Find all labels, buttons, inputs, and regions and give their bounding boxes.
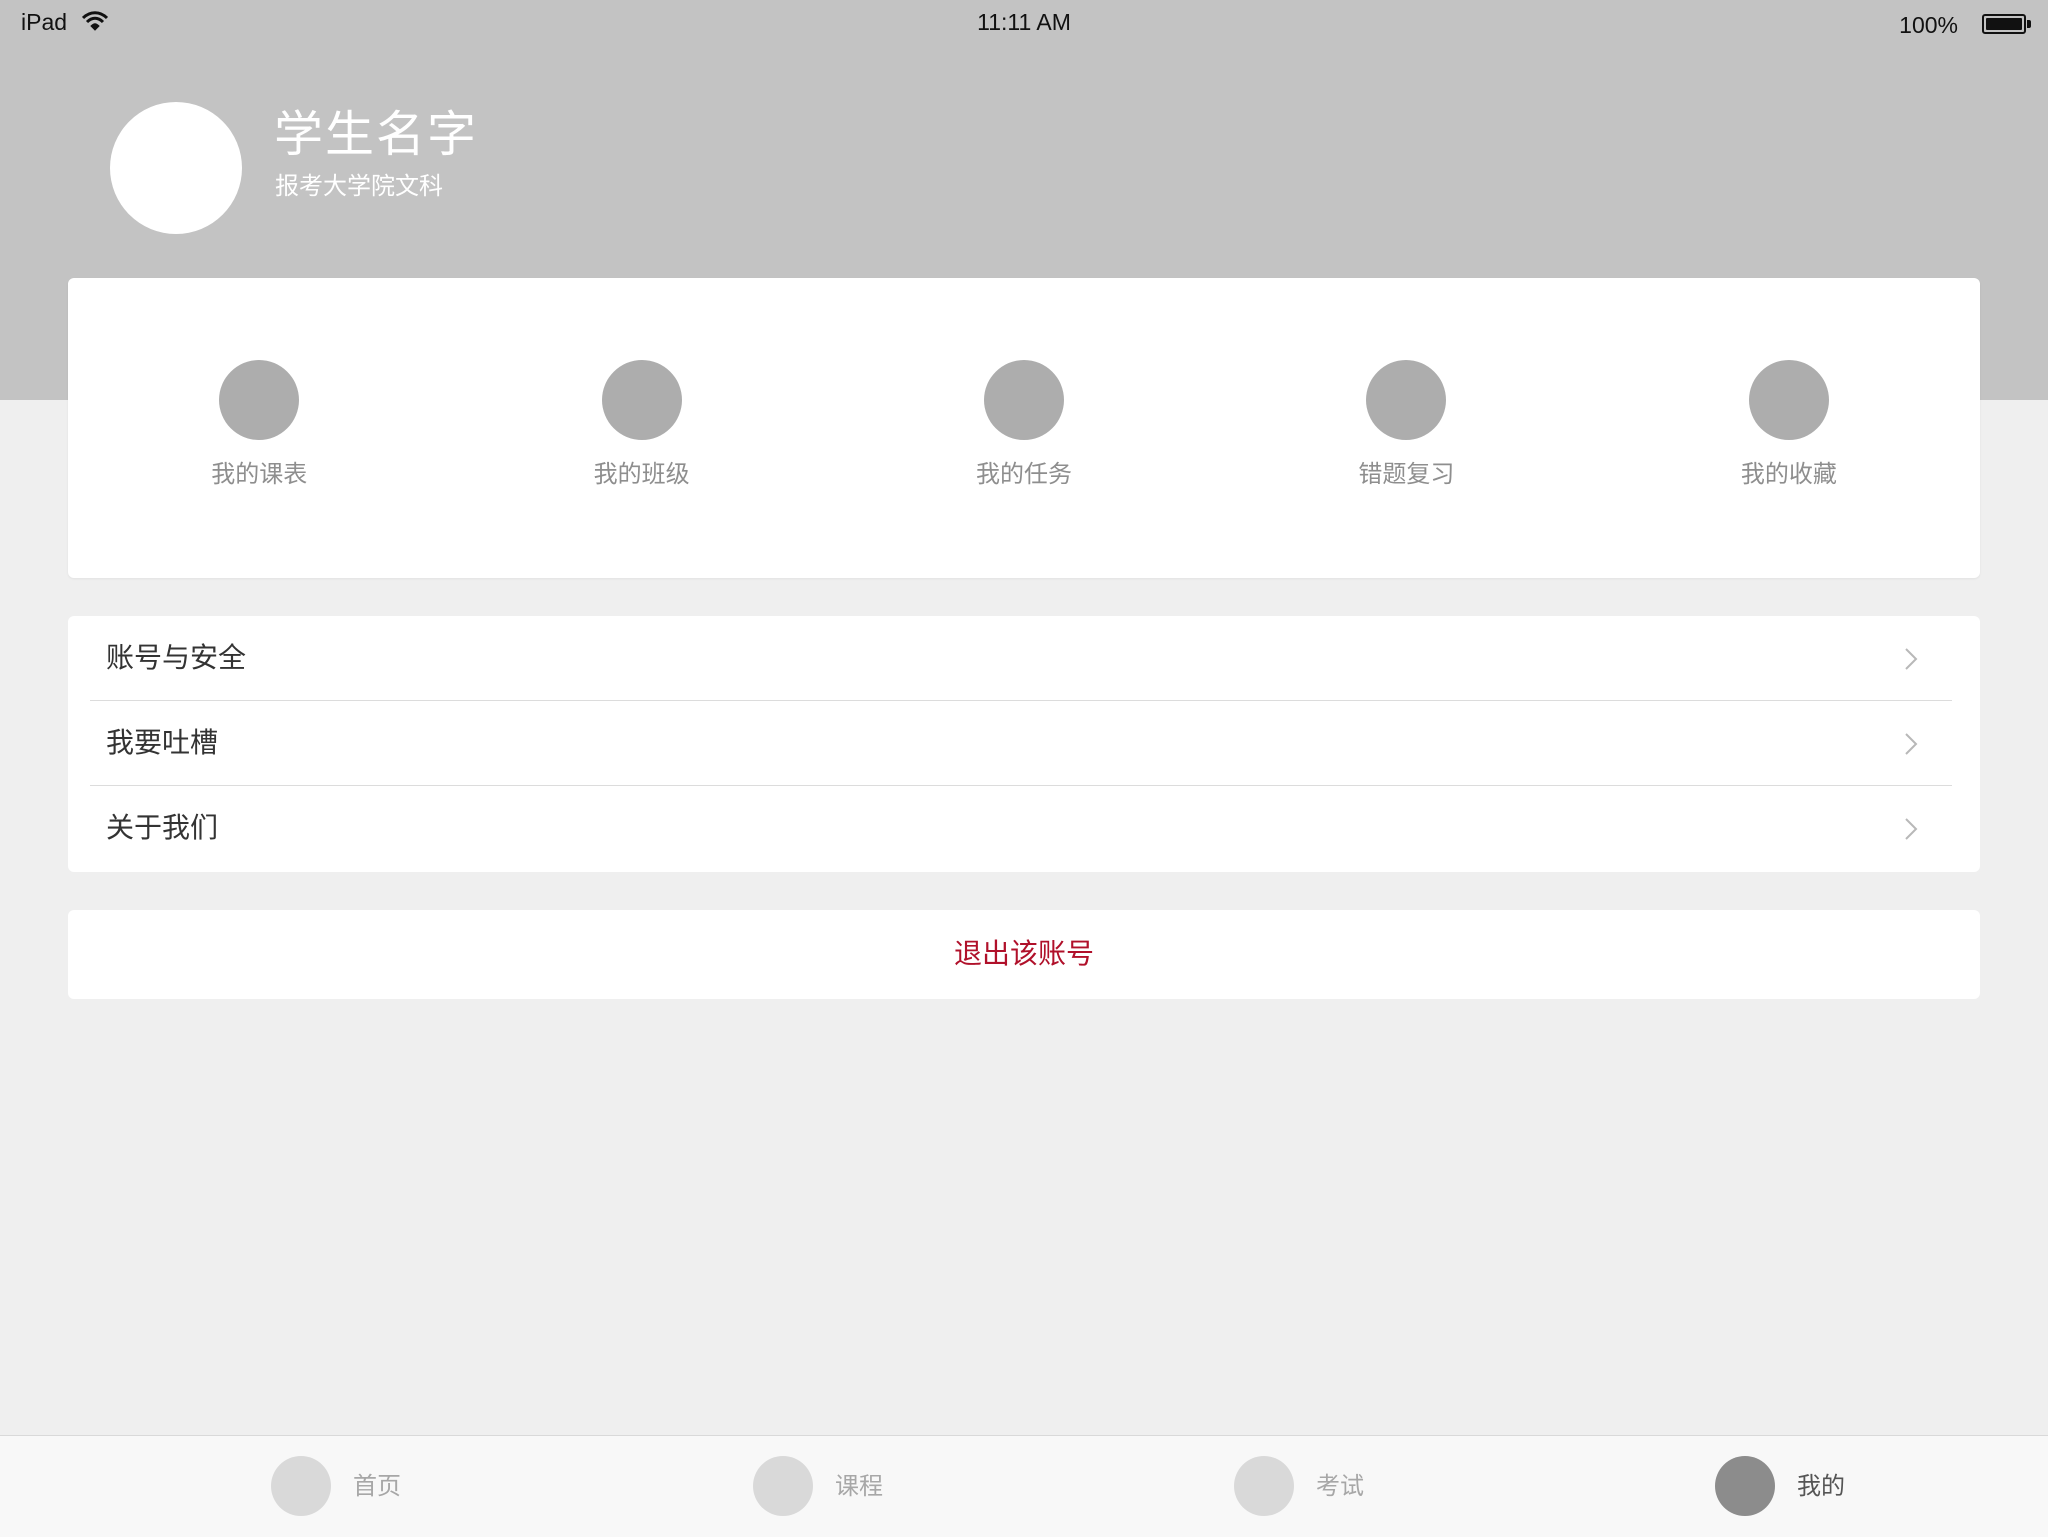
shortcut-my-tasks[interactable]: 我的任务 — [833, 278, 1215, 578]
course-icon — [753, 1456, 813, 1516]
status-time: 11:11 AM — [977, 9, 1071, 35]
shortcut-label: 我的班级 — [593, 460, 690, 488]
exam-icon — [1234, 1456, 1294, 1516]
tab-label: 考试 — [1316, 1472, 1364, 1500]
tab-label: 我的 — [1797, 1472, 1845, 1500]
task-icon — [984, 360, 1065, 440]
shortcut-mistake-review[interactable]: 错题复习 — [1215, 278, 1597, 578]
chevron-right-icon — [1905, 648, 1918, 670]
settings-item-label: 关于我们 — [106, 811, 219, 844]
logout-button[interactable]: 退出该账号 — [68, 910, 1980, 999]
settings-item-account-security[interactable]: 账号与安全 — [68, 616, 1980, 700]
student-subtitle: 报考大学院文科 — [275, 172, 443, 200]
shortcut-label: 我的任务 — [976, 460, 1073, 488]
shortcut-label: 错题复习 — [1358, 460, 1455, 488]
tab-bar: 首页 课程 考试 我的 — [0, 1435, 2048, 1537]
favorites-icon — [1748, 360, 1829, 440]
settings-item-label: 我要吐槽 — [106, 726, 219, 759]
shortcut-my-schedule[interactable]: 我的课表 — [68, 278, 450, 578]
tab-label: 课程 — [835, 1472, 883, 1500]
battery-percentage: 100% — [1899, 12, 1958, 38]
shortcut-my-class[interactable]: 我的班级 — [450, 278, 832, 578]
shortcut-label: 我的课表 — [211, 460, 308, 488]
battery-cap — [2027, 20, 2031, 28]
home-icon — [271, 1456, 331, 1516]
schedule-icon — [219, 360, 300, 440]
tab-label: 首页 — [353, 1472, 401, 1500]
shortcut-label: 我的收藏 — [1740, 460, 1837, 488]
settings-item-label: 账号与安全 — [106, 641, 247, 674]
profile-icon — [1715, 1456, 1775, 1516]
logout-label: 退出该账号 — [953, 937, 1094, 970]
shortcut-my-favorites[interactable]: 我的收藏 — [1598, 278, 1980, 578]
battery-icon — [1982, 14, 2026, 34]
class-icon — [601, 360, 682, 440]
settings-list: 账号与安全 我要吐槽 关于我们 — [68, 616, 1980, 872]
student-name: 学生名字 — [274, 106, 479, 163]
settings-item-feedback[interactable]: 我要吐槽 — [90, 700, 1952, 785]
settings-item-about-us[interactable]: 关于我们 — [90, 785, 1952, 870]
chevron-right-icon — [1905, 818, 1918, 840]
chevron-right-icon — [1905, 733, 1918, 755]
status-bar: iPad 11:11 AM 100% — [0, 0, 2048, 48]
avatar[interactable] — [110, 102, 242, 234]
shortcut-card: 我的课表 我的班级 我的任务 错题复习 我的收藏 — [68, 278, 1980, 578]
review-icon — [1366, 360, 1447, 440]
